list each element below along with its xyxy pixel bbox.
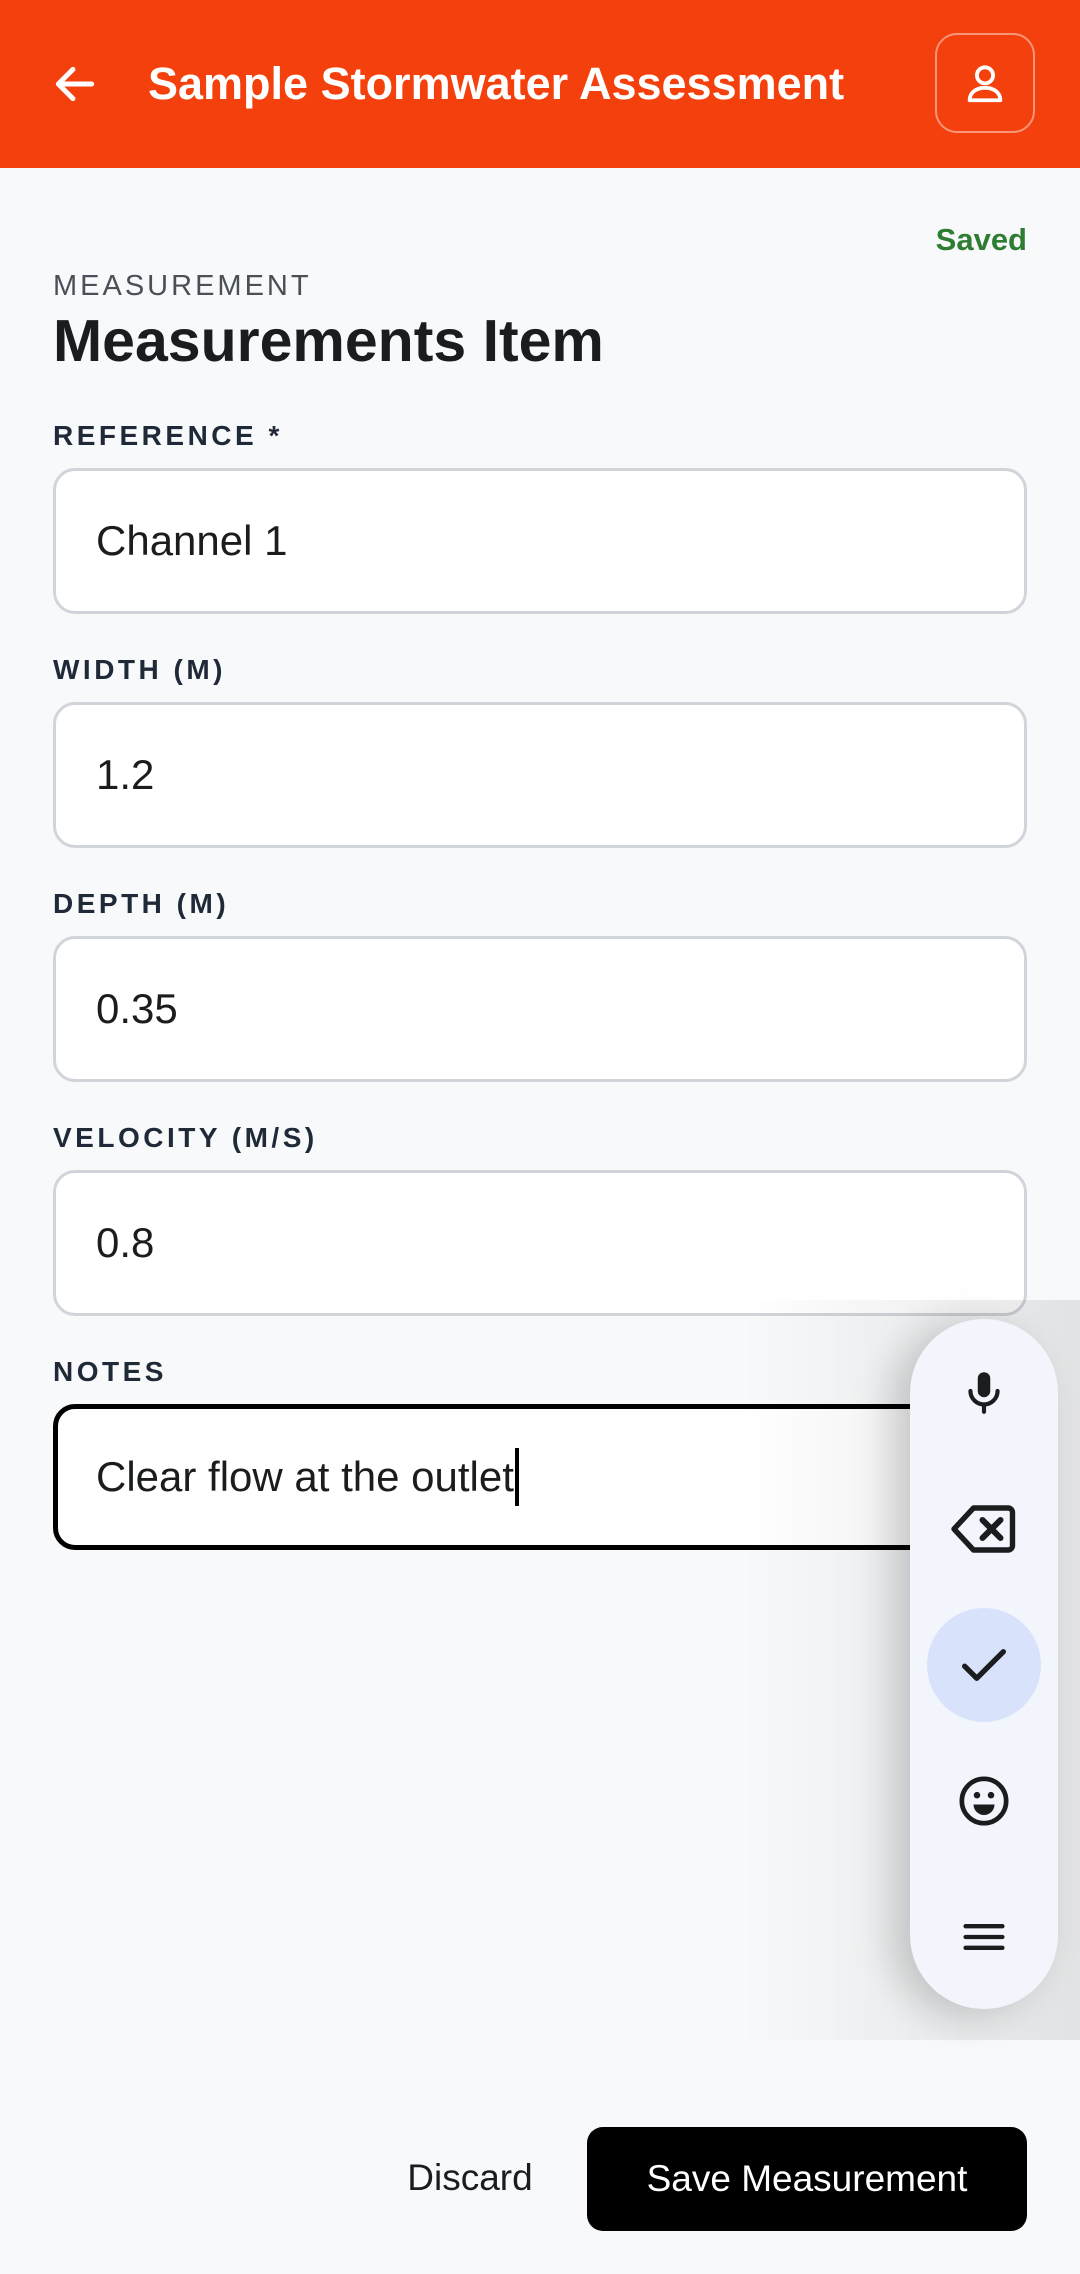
width-field[interactable]: 1.2 <box>53 702 1027 848</box>
notes-label: NOTES <box>53 1356 167 1387</box>
app-bar: Sample Stormwater Assessment <box>0 0 1080 168</box>
velocity-value: 0.8 <box>96 1219 155 1266</box>
person-icon <box>967 65 1003 103</box>
width-label: WIDTH (M) <box>53 654 227 685</box>
width-value: 1.2 <box>96 751 155 798</box>
voice-input-button[interactable] <box>927 1335 1041 1449</box>
text-cursor <box>514 1448 519 1506</box>
velocity-field[interactable]: 0.8 <box>53 1170 1027 1316</box>
reference-field[interactable]: Channel 1 <box>53 468 1027 614</box>
reference-value: Channel 1 <box>96 517 288 564</box>
app-title: Sample Stormwater Assessment <box>148 58 845 109</box>
arrow-left-icon <box>55 66 95 102</box>
microphone-icon <box>968 1372 1000 1414</box>
profile-button[interactable] <box>935 33 1035 133</box>
reference-label: REFERENCE * <box>53 420 283 451</box>
discard-button[interactable]: Discard <box>380 2125 560 2230</box>
emoji-icon <box>959 1776 1009 1826</box>
saved-status: Saved <box>935 222 1027 257</box>
menu-icon <box>963 1924 1005 1950</box>
depth-label: DEPTH (M) <box>53 888 230 919</box>
keyboard-toolbar <box>910 1319 1058 2009</box>
section-overline: MEASUREMENT <box>53 270 312 302</box>
velocity-label: VELOCITY (M/S) <box>53 1122 318 1153</box>
notes-value: Clear flow at the outlet <box>96 1453 514 1500</box>
notes-field[interactable]: Clear flow at the outlet <box>53 1404 1027 1550</box>
check-icon <box>962 1649 1006 1681</box>
depth-field[interactable]: 0.35 <box>53 936 1027 1082</box>
depth-value: 0.35 <box>96 985 178 1032</box>
page-title: Measurements Item <box>53 308 604 374</box>
emoji-button[interactable] <box>927 1744 1041 1858</box>
back-button[interactable] <box>30 39 120 129</box>
backspace-button[interactable] <box>927 1472 1041 1586</box>
backspace-icon <box>951 1505 1016 1553</box>
done-button[interactable] <box>927 1608 1041 1722</box>
menu-button[interactable] <box>927 1880 1041 1994</box>
save-measurement-button[interactable]: Save Measurement <box>587 2127 1027 2231</box>
